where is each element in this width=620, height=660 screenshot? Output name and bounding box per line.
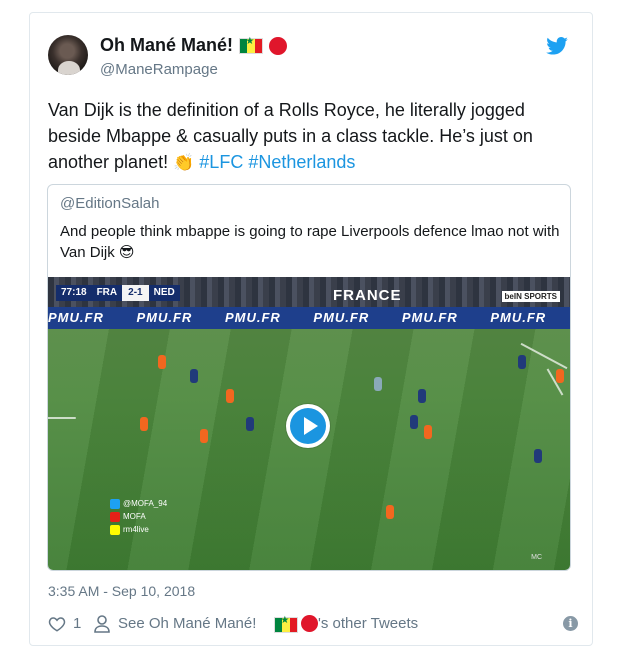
senegal-flag-icon (274, 615, 298, 633)
person-icon (94, 615, 110, 633)
twitter-icon (110, 498, 120, 509)
overlay-snapchat-line: rm4live (110, 523, 167, 536)
quoted-handle[interactable]: @EditionSalah (60, 195, 159, 212)
player-orange (226, 389, 234, 403)
embedded-tweet-card: Oh Mané Mané! @ManeRampage Van Dijk is t… (29, 12, 593, 646)
player-orange (424, 425, 432, 439)
overlay-youtube-line: MOFA (110, 510, 167, 523)
senegal-flag-icon (239, 36, 264, 54)
hashtag-lfc[interactable]: #LFC (199, 152, 243, 172)
red-circle-icon (301, 615, 318, 632)
player-blue (246, 417, 254, 431)
clapping-hands-icon: 👏 (173, 153, 195, 172)
social-overlay: @MOFA_94 MOFA rm4live (110, 497, 167, 536)
ad-board: PMU.FR PMU.FR PMU.FR PMU.FR PMU.FR PMU.F… (48, 307, 570, 329)
overlay-twitter-line: @MOFA_94 (110, 497, 167, 510)
scorebug: 77:18 FRA 2-1 NED (56, 285, 180, 301)
player-blue (418, 389, 426, 403)
ad-text: PMU.FR (136, 310, 193, 325)
ad-text: PMU.FR (490, 310, 547, 325)
play-button[interactable] (286, 404, 330, 448)
player-blue (410, 415, 418, 429)
tweet-text: Van Dijk is the definition of a Rolls Ro… (48, 97, 578, 176)
see-other-tweets-suffix[interactable]: 's other Tweets (318, 615, 418, 632)
player-orange (200, 429, 208, 443)
stadium-sign: FRANCE (333, 287, 402, 304)
ad-text: PMU.FR (401, 310, 458, 325)
player-blue (534, 449, 542, 463)
referee (374, 377, 382, 391)
player-blue (190, 369, 198, 383)
match-clock: 77:18 (56, 285, 92, 301)
snapchat-icon (110, 524, 120, 535)
player-orange (386, 505, 394, 519)
player-orange (140, 417, 148, 431)
ad-text: PMU.FR (48, 310, 104, 325)
quoted-tweet[interactable]: @EditionSalah And people think mbappe is… (47, 184, 571, 571)
author-name-row[interactable]: Oh Mané Mané! (100, 35, 288, 56)
home-team: FRA (91, 285, 123, 301)
author-handle[interactable]: @ManeRampage (100, 61, 218, 78)
heart-icon[interactable] (48, 615, 66, 633)
channel-logo: beIN SPORTS (501, 291, 560, 302)
quoted-text: And people think mbappe is going to rape… (60, 221, 560, 263)
match-score: 2-1 (122, 285, 149, 301)
player-blue (518, 355, 526, 369)
tweet-footer: 1 See Oh Mané Mané! 's other Tweets i (48, 613, 578, 637)
display-name[interactable]: Oh Mané Mané! (100, 35, 233, 56)
hashtag-netherlands[interactable]: #Netherlands (248, 152, 355, 172)
away-team: NED (148, 285, 180, 301)
quoted-body: And people think mbappe is going to rape… (60, 223, 560, 261)
pitch-line (48, 417, 76, 419)
like-count[interactable]: 1 (73, 615, 81, 632)
ad-text: PMU.FR (224, 310, 281, 325)
watermark: MC (531, 554, 542, 561)
tweet-timestamp[interactable]: 3:35 AM - Sep 10, 2018 (48, 583, 195, 599)
avatar[interactable] (48, 35, 88, 75)
player-orange (158, 355, 166, 369)
ad-text: PMU.FR (313, 310, 370, 325)
sunglasses-emoji-icon: 😎 (118, 244, 135, 261)
twitter-bird-icon[interactable] (546, 37, 568, 55)
see-other-tweets-link[interactable]: See Oh Mané Mané! (118, 615, 256, 632)
youtube-icon (110, 511, 120, 522)
red-circle-icon (269, 36, 288, 55)
info-icon[interactable]: i (563, 616, 578, 631)
player-orange (556, 369, 564, 383)
video-player[interactable]: 77:18 FRA 2-1 NED FRANCE beIN SPORTS PMU… (48, 277, 570, 570)
play-icon (304, 417, 318, 435)
